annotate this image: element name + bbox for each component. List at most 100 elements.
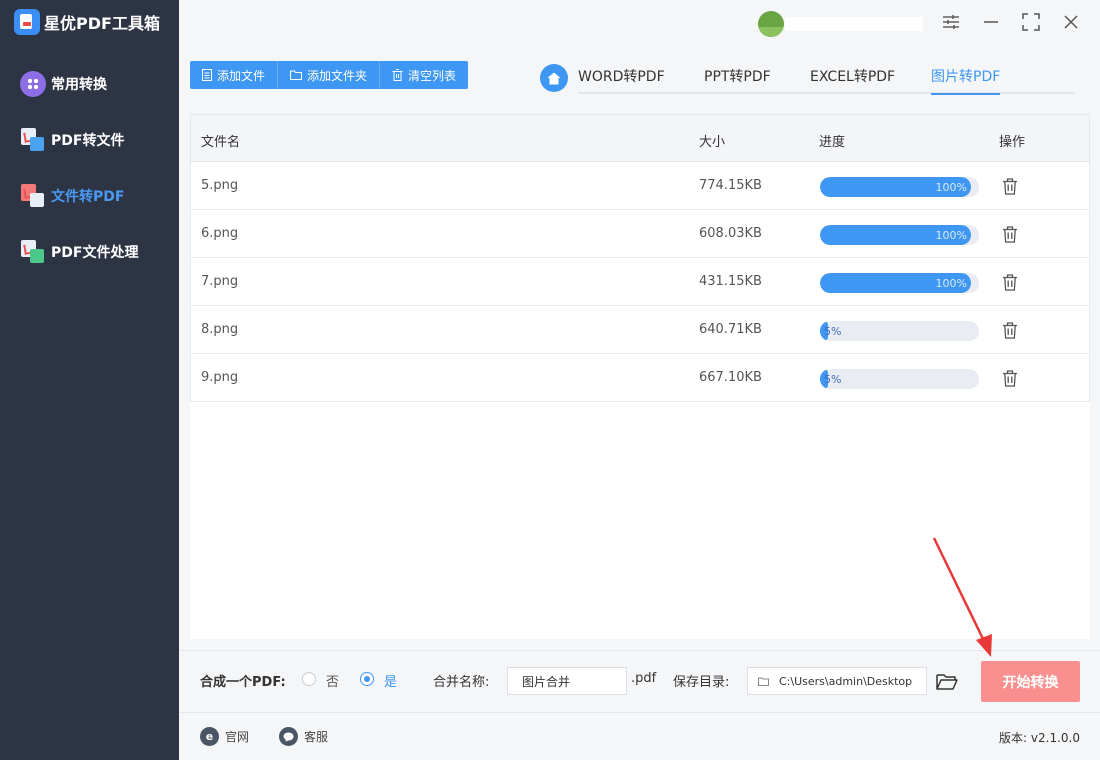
pdf-to-file-icon: [20, 127, 46, 153]
app-logo-icon: [14, 9, 40, 35]
progress-label: 100%: [935, 181, 967, 194]
folder-icon: [758, 677, 769, 686]
tab-image-to-pdf[interactable]: 图片转PDF: [931, 66, 1001, 95]
file-name: 7.png: [201, 274, 239, 289]
progress-bar: 5%: [820, 321, 979, 341]
sidebar-item-common[interactable]: 常用转换: [20, 70, 107, 98]
sidebar-item-file-to-pdf[interactable]: 文件转PDF: [20, 182, 124, 210]
tab-excel-to-pdf[interactable]: EXCEL转PDF: [810, 66, 895, 93]
sidebar-item-label: PDF转文件: [51, 133, 125, 149]
save-dir-label: 保存目录:: [673, 675, 730, 690]
maximize-icon[interactable]: [1021, 12, 1041, 32]
table-row[interactable]: 5.png 774.15KB 100%: [190, 162, 1090, 210]
file-size: 431.15KB: [699, 274, 762, 289]
file-icon: [202, 69, 212, 81]
header-action: 操作: [999, 135, 1026, 150]
app-title: 星优PDF工具箱: [44, 14, 160, 33]
browse-folder-icon[interactable]: [936, 673, 958, 695]
website-label: 官网: [225, 730, 250, 744]
support-link[interactable]: 客服: [279, 727, 328, 746]
close-icon[interactable]: [1061, 12, 1081, 32]
file-name: 6.png: [201, 226, 239, 241]
pdf-process-icon: [20, 239, 46, 265]
merge-no-radio[interactable]: [302, 672, 316, 686]
start-convert-button[interactable]: 开始转换: [981, 661, 1080, 702]
file-size: 667.10KB: [699, 370, 762, 385]
file-size: 640.71KB: [699, 322, 762, 337]
progress-bar: 100%: [820, 177, 979, 197]
progress-bar: 100%: [820, 225, 979, 245]
progress-bar: 100%: [820, 273, 979, 293]
support-label: 客服: [304, 730, 329, 744]
sidebar: 星优PDF工具箱 常用转换 PDF转文件 文件转PDF PDF文件处理: [0, 0, 179, 760]
file-toolbar: 添加文件 添加文件夹 清空列表: [190, 61, 469, 89]
add-file-label: 添加文件: [217, 68, 266, 83]
add-folder-button[interactable]: 添加文件夹: [278, 61, 381, 89]
trash-icon: [392, 69, 403, 81]
merge-no-label[interactable]: 否: [326, 671, 339, 690]
footer: e 官网 客服 版本: v2.1.0.0: [179, 712, 1100, 760]
sidebar-item-pdf-process[interactable]: PDF文件处理: [20, 238, 138, 266]
merge-yes-radio[interactable]: [360, 672, 374, 686]
folder-icon: [290, 70, 303, 80]
progress-label: 5%: [824, 325, 842, 338]
merge-ext-label: .pdf: [631, 671, 657, 686]
tab-ppt-to-pdf[interactable]: PPT转PDF: [704, 66, 771, 93]
file-name: 5.png: [201, 178, 239, 193]
delete-row-icon[interactable]: [1002, 370, 1018, 391]
sidebar-item-pdf-to-file[interactable]: PDF转文件: [20, 126, 124, 154]
clear-list-label: 清空列表: [408, 68, 457, 83]
table-row[interactable]: 9.png 667.10KB 5%: [190, 354, 1090, 402]
header-filename: 文件名: [201, 135, 241, 150]
delete-row-icon[interactable]: [1002, 226, 1018, 247]
table-row[interactable]: 7.png 431.15KB 100%: [190, 258, 1090, 306]
header-progress: 进度: [819, 135, 846, 150]
sidebar-item-label: PDF文件处理: [51, 245, 139, 261]
main-panel: 添加文件 添加文件夹 清空列表 WORD转PDF PPT转PDF EXCEL转P…: [179, 0, 1100, 760]
avatar[interactable]: [758, 11, 784, 37]
tab-word-to-pdf[interactable]: WORD转PDF: [578, 66, 665, 93]
merge-pdf-label: 合成一个PDF:: [200, 675, 286, 690]
home-icon: [547, 72, 561, 84]
home-button[interactable]: [540, 64, 568, 92]
progress-bar: 5%: [820, 369, 979, 389]
delete-row-icon[interactable]: [1002, 178, 1018, 199]
file-name: 8.png: [201, 322, 239, 337]
version-label: 版本: v2.1.0.0: [999, 731, 1080, 745]
delete-row-icon[interactable]: [1002, 322, 1018, 343]
merge-name-input[interactable]: 图片合并: [507, 667, 627, 695]
file-size: 774.15KB: [699, 178, 762, 193]
file-size: 608.03KB: [699, 226, 762, 241]
progress-label: 5%: [824, 373, 842, 386]
merge-name-label: 合并名称:: [433, 675, 490, 690]
add-folder-label: 添加文件夹: [307, 68, 368, 83]
app-brand: 星优PDF工具箱: [14, 9, 160, 35]
add-file-button[interactable]: 添加文件: [190, 61, 279, 89]
save-dir-value: C:\Users\admin\Desktop\: [779, 674, 912, 688]
table-row[interactable]: 6.png 608.03KB 100%: [190, 210, 1090, 258]
chat-bubble-icon: [279, 727, 298, 746]
clear-list-button[interactable]: 清空列表: [380, 61, 468, 89]
header-size: 大小: [699, 135, 726, 150]
save-dir-input[interactable]: C:\Users\admin\Desktop\: [747, 667, 927, 695]
progress-label: 100%: [935, 277, 967, 290]
table-row[interactable]: 8.png 640.71KB 5%: [190, 306, 1090, 354]
file-to-pdf-icon: [20, 183, 46, 209]
merge-yes-label[interactable]: 是: [384, 671, 397, 690]
delete-row-icon[interactable]: [1002, 274, 1018, 295]
progress-label: 100%: [935, 229, 967, 242]
title-bar: [179, 0, 1100, 46]
website-link[interactable]: e 官网: [200, 727, 249, 746]
ie-browser-icon: e: [200, 727, 219, 746]
conversion-tabs: WORD转PDF PPT转PDF EXCEL转PDF 图片转PDF: [578, 58, 1075, 95]
table-header: 文件名 大小 进度 操作: [190, 114, 1090, 162]
file-name: 9.png: [201, 370, 239, 385]
settings-sliders-icon[interactable]: [941, 12, 961, 32]
file-table: 文件名 大小 进度 操作 5.png 774.15KB 100% 6.png 608.0…: [190, 114, 1090, 639]
apps-icon: [20, 71, 46, 97]
sidebar-item-label: 常用转换: [51, 77, 107, 93]
options-bar: 合成一个PDF: 否 是 合并名称: 图片合并 .pdf 保存目录: C:\Us…: [179, 650, 1100, 712]
minimize-icon[interactable]: [981, 12, 1001, 32]
sidebar-item-label: 文件转PDF: [51, 189, 125, 205]
username-redacted: [785, 17, 923, 31]
